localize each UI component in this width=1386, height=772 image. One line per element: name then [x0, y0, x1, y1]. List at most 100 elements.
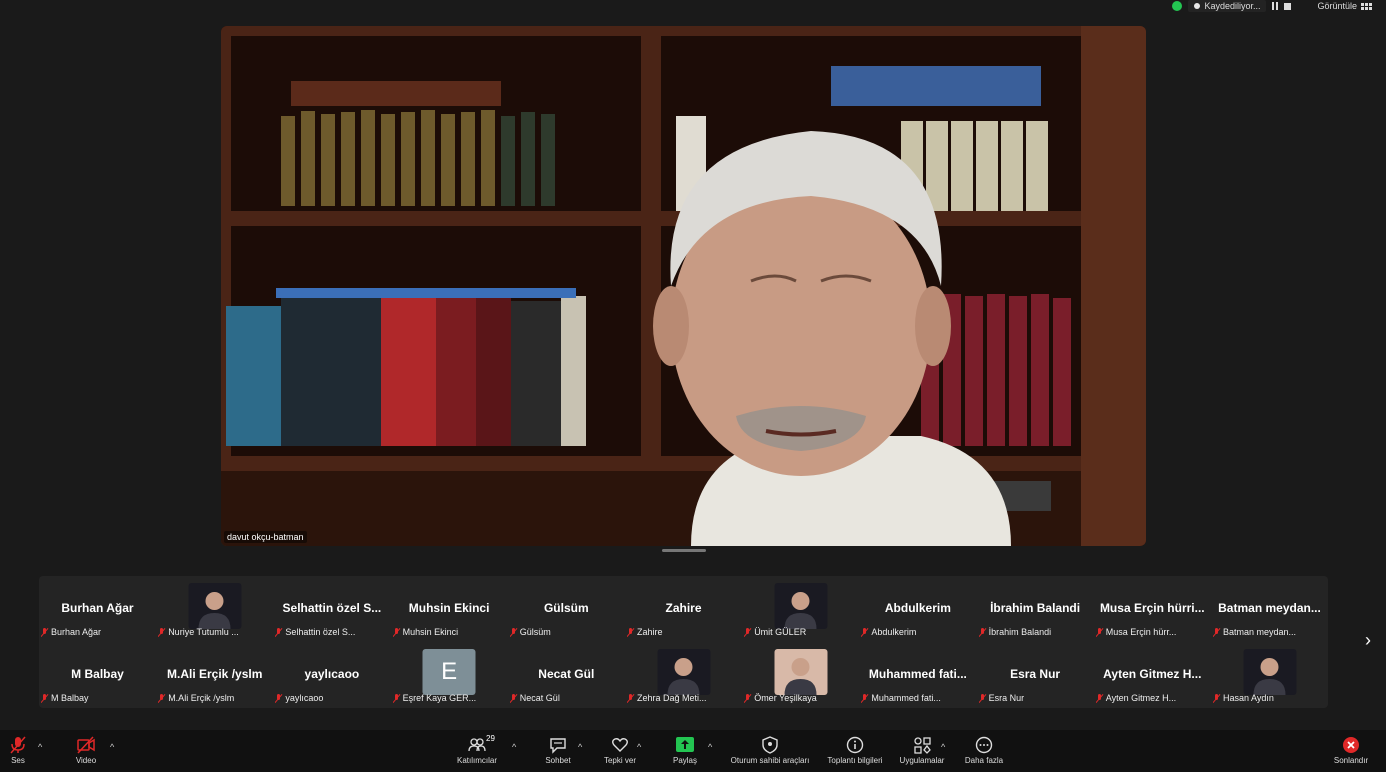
participant-name-text: Abdulkerim	[871, 627, 917, 637]
participant-tile[interactable]: Batman meydan... Batman meydan...	[1211, 576, 1328, 640]
info-icon	[846, 736, 864, 754]
participant-name-label: Hasan Aydın	[1213, 693, 1274, 703]
participant-name-text: Esra Nur	[988, 693, 1025, 703]
end-label: Sonlandır	[1333, 756, 1369, 765]
chat-options-caret-icon[interactable]: ^	[578, 742, 582, 752]
participant-tile[interactable]: Selhattin özel S... Selhattin özel S...	[273, 576, 390, 640]
resize-handle[interactable]	[662, 549, 706, 552]
participant-tile[interactable]: Muhsin Ekinci Muhsin Ekinci	[391, 576, 508, 640]
participant-photo	[657, 649, 710, 695]
participant-tile[interactable]: yaylıcaoo yaylıcaoo	[273, 642, 390, 706]
meeting-info-button[interactable]: Toplantı bilgileri	[822, 736, 888, 765]
participant-name-text: Nuriye Tutumlu ...	[168, 627, 239, 637]
participants-options-caret-icon[interactable]: ^	[512, 742, 516, 752]
participant-tile[interactable]: Ömer Yeşilkaya	[742, 642, 859, 706]
mic-muted-icon	[744, 693, 751, 703]
stop-recording-icon[interactable]	[1284, 2, 1292, 10]
mic-muted-icon	[510, 627, 517, 637]
participant-tile[interactable]: Musa Erçin hürri... Musa Erçin hürr...	[1094, 576, 1211, 640]
mic-muted-icon	[275, 627, 282, 637]
participant-tile[interactable]: Nuriye Tutumlu ...	[156, 576, 273, 640]
participant-tile[interactable]: M Balbay M Balbay	[39, 642, 156, 706]
view-button[interactable]: Görüntüle	[1317, 1, 1372, 11]
audio-options-caret-icon[interactable]: ^	[38, 742, 42, 752]
participant-tile[interactable]: Ayten Gitmez H... Ayten Gitmez H...	[1094, 642, 1211, 706]
share-screen-icon	[676, 737, 694, 752]
participant-photo	[774, 649, 828, 695]
participant-tile[interactable]: İbrahim Balandi İbrahim Balandi	[977, 576, 1094, 640]
participant-tile[interactable]: Zahire Zahire	[625, 576, 742, 640]
end-meeting-button[interactable]: Sonlandır	[1330, 736, 1372, 765]
participant-name-label: Nuriye Tutumlu ...	[158, 627, 239, 637]
participant-tile[interactable]: Zehra Dağ Meti...	[625, 642, 742, 706]
participant-tile[interactable]: M.Ali Erçik /yslm M.Ali Erçik /yslm	[156, 642, 273, 706]
active-speaker-video[interactable]: davut okçu-batman	[221, 26, 1146, 546]
participant-name-text: İbrahim Balandi	[988, 627, 1052, 637]
heart-icon	[612, 738, 628, 752]
mic-muted-icon	[1213, 693, 1220, 703]
zoom-meeting-window: Kaydediliyor... Görüntüle davut okçu-bat…	[0, 0, 1386, 772]
participant-name-label: Zehra Dağ Meti...	[627, 693, 707, 703]
more-button[interactable]: Daha fazla	[962, 736, 1006, 765]
chat-button[interactable]: Sohbet	[540, 736, 576, 765]
participant-display-name: Esra Nur	[1010, 667, 1061, 681]
participant-name-label: Muhammed fati...	[861, 693, 941, 703]
close-icon	[1343, 737, 1359, 753]
recording-indicator: Kaydediliyor...	[1188, 0, 1267, 12]
participant-name-label: Muhsin Ekinci	[393, 627, 458, 637]
shield-icon	[762, 736, 778, 754]
participant-display-name: Abdulkerim	[884, 601, 951, 615]
participant-tile[interactable]: E Eşref Kaya GER...	[391, 642, 508, 706]
host-tools-label: Oturum sahibi araçları	[730, 756, 810, 765]
participant-tile[interactable]: Gülsüm Gülsüm	[508, 576, 625, 640]
participant-name-text: M Balbay	[51, 693, 89, 703]
audio-button[interactable]: Ses	[6, 736, 30, 765]
participant-tile[interactable]: Muhammed fati... Muhammed fati...	[859, 642, 976, 706]
participant-tile[interactable]: Abdulkerim Abdulkerim	[859, 576, 976, 640]
participant-name-label: M.Ali Erçik /yslm	[158, 693, 234, 703]
participant-name-label: M Balbay	[41, 693, 89, 703]
participant-name-label: Ömer Yeşilkaya	[744, 693, 817, 703]
video-button[interactable]: Video	[72, 736, 100, 765]
participant-photo	[774, 583, 828, 629]
participant-name-label: Batman meydan...	[1213, 627, 1296, 637]
participant-name-text: Ümit GÜLER	[754, 627, 807, 637]
react-button[interactable]: Tepki ver	[600, 736, 640, 765]
mic-muted-icon	[41, 693, 48, 703]
participant-tile[interactable]: Ümit GÜLER	[742, 576, 859, 640]
participants-button[interactable]: 29 Katılımcılar	[452, 734, 502, 765]
participant-name-text: Hasan Aydın	[1223, 693, 1274, 703]
mic-muted-icon	[744, 627, 751, 637]
participant-display-name: Musa Erçin hürri...	[1099, 601, 1205, 615]
mic-muted-icon	[979, 693, 986, 703]
participant-tile[interactable]: Esra Nur Esra Nur	[977, 642, 1094, 706]
next-page-arrow-icon[interactable]: ›	[1365, 630, 1371, 651]
participant-name-label: yaylıcaoo	[275, 693, 323, 703]
share-button[interactable]: Paylaş	[668, 736, 702, 765]
participant-tile[interactable]: Necat Gül Necat Gül	[508, 642, 625, 706]
participant-display-name: Batman meydan...	[1218, 601, 1321, 615]
mic-muted-icon	[627, 693, 634, 703]
apps-options-caret-icon[interactable]: ^	[941, 742, 945, 752]
participant-name-label: Gülsüm	[510, 627, 551, 637]
video-label: Video	[75, 756, 97, 765]
participant-name-text: Musa Erçin hürr...	[1105, 627, 1177, 637]
mic-muted-icon	[861, 693, 868, 703]
react-options-caret-icon[interactable]: ^	[637, 742, 641, 752]
participant-name-text: Batman meydan...	[1223, 627, 1297, 637]
participant-name-text: Zehra Dağ Meti...	[637, 693, 707, 703]
participant-name-label: Necat Gül	[510, 693, 560, 703]
share-options-caret-icon[interactable]: ^	[708, 742, 712, 752]
pause-recording-icon[interactable]	[1272, 2, 1279, 10]
participant-name-text: Ayten Gitmez H...	[1105, 693, 1177, 703]
participant-name-label: Esra Nur	[979, 693, 1025, 703]
view-grid-icon	[1361, 2, 1372, 10]
encryption-shield-icon[interactable]	[1172, 1, 1183, 11]
host-tools-button[interactable]: Oturum sahibi araçları	[725, 736, 815, 765]
apps-label: Uygulamalar	[899, 756, 945, 765]
participant-name-label: Eşref Kaya GER...	[393, 693, 476, 703]
speaker-video-frame	[221, 26, 1146, 546]
video-options-caret-icon[interactable]: ^	[110, 742, 114, 752]
participant-tile[interactable]: Hasan Aydın	[1211, 642, 1328, 706]
participant-tile[interactable]: Burhan Ağar Burhan Ağar	[39, 576, 156, 640]
